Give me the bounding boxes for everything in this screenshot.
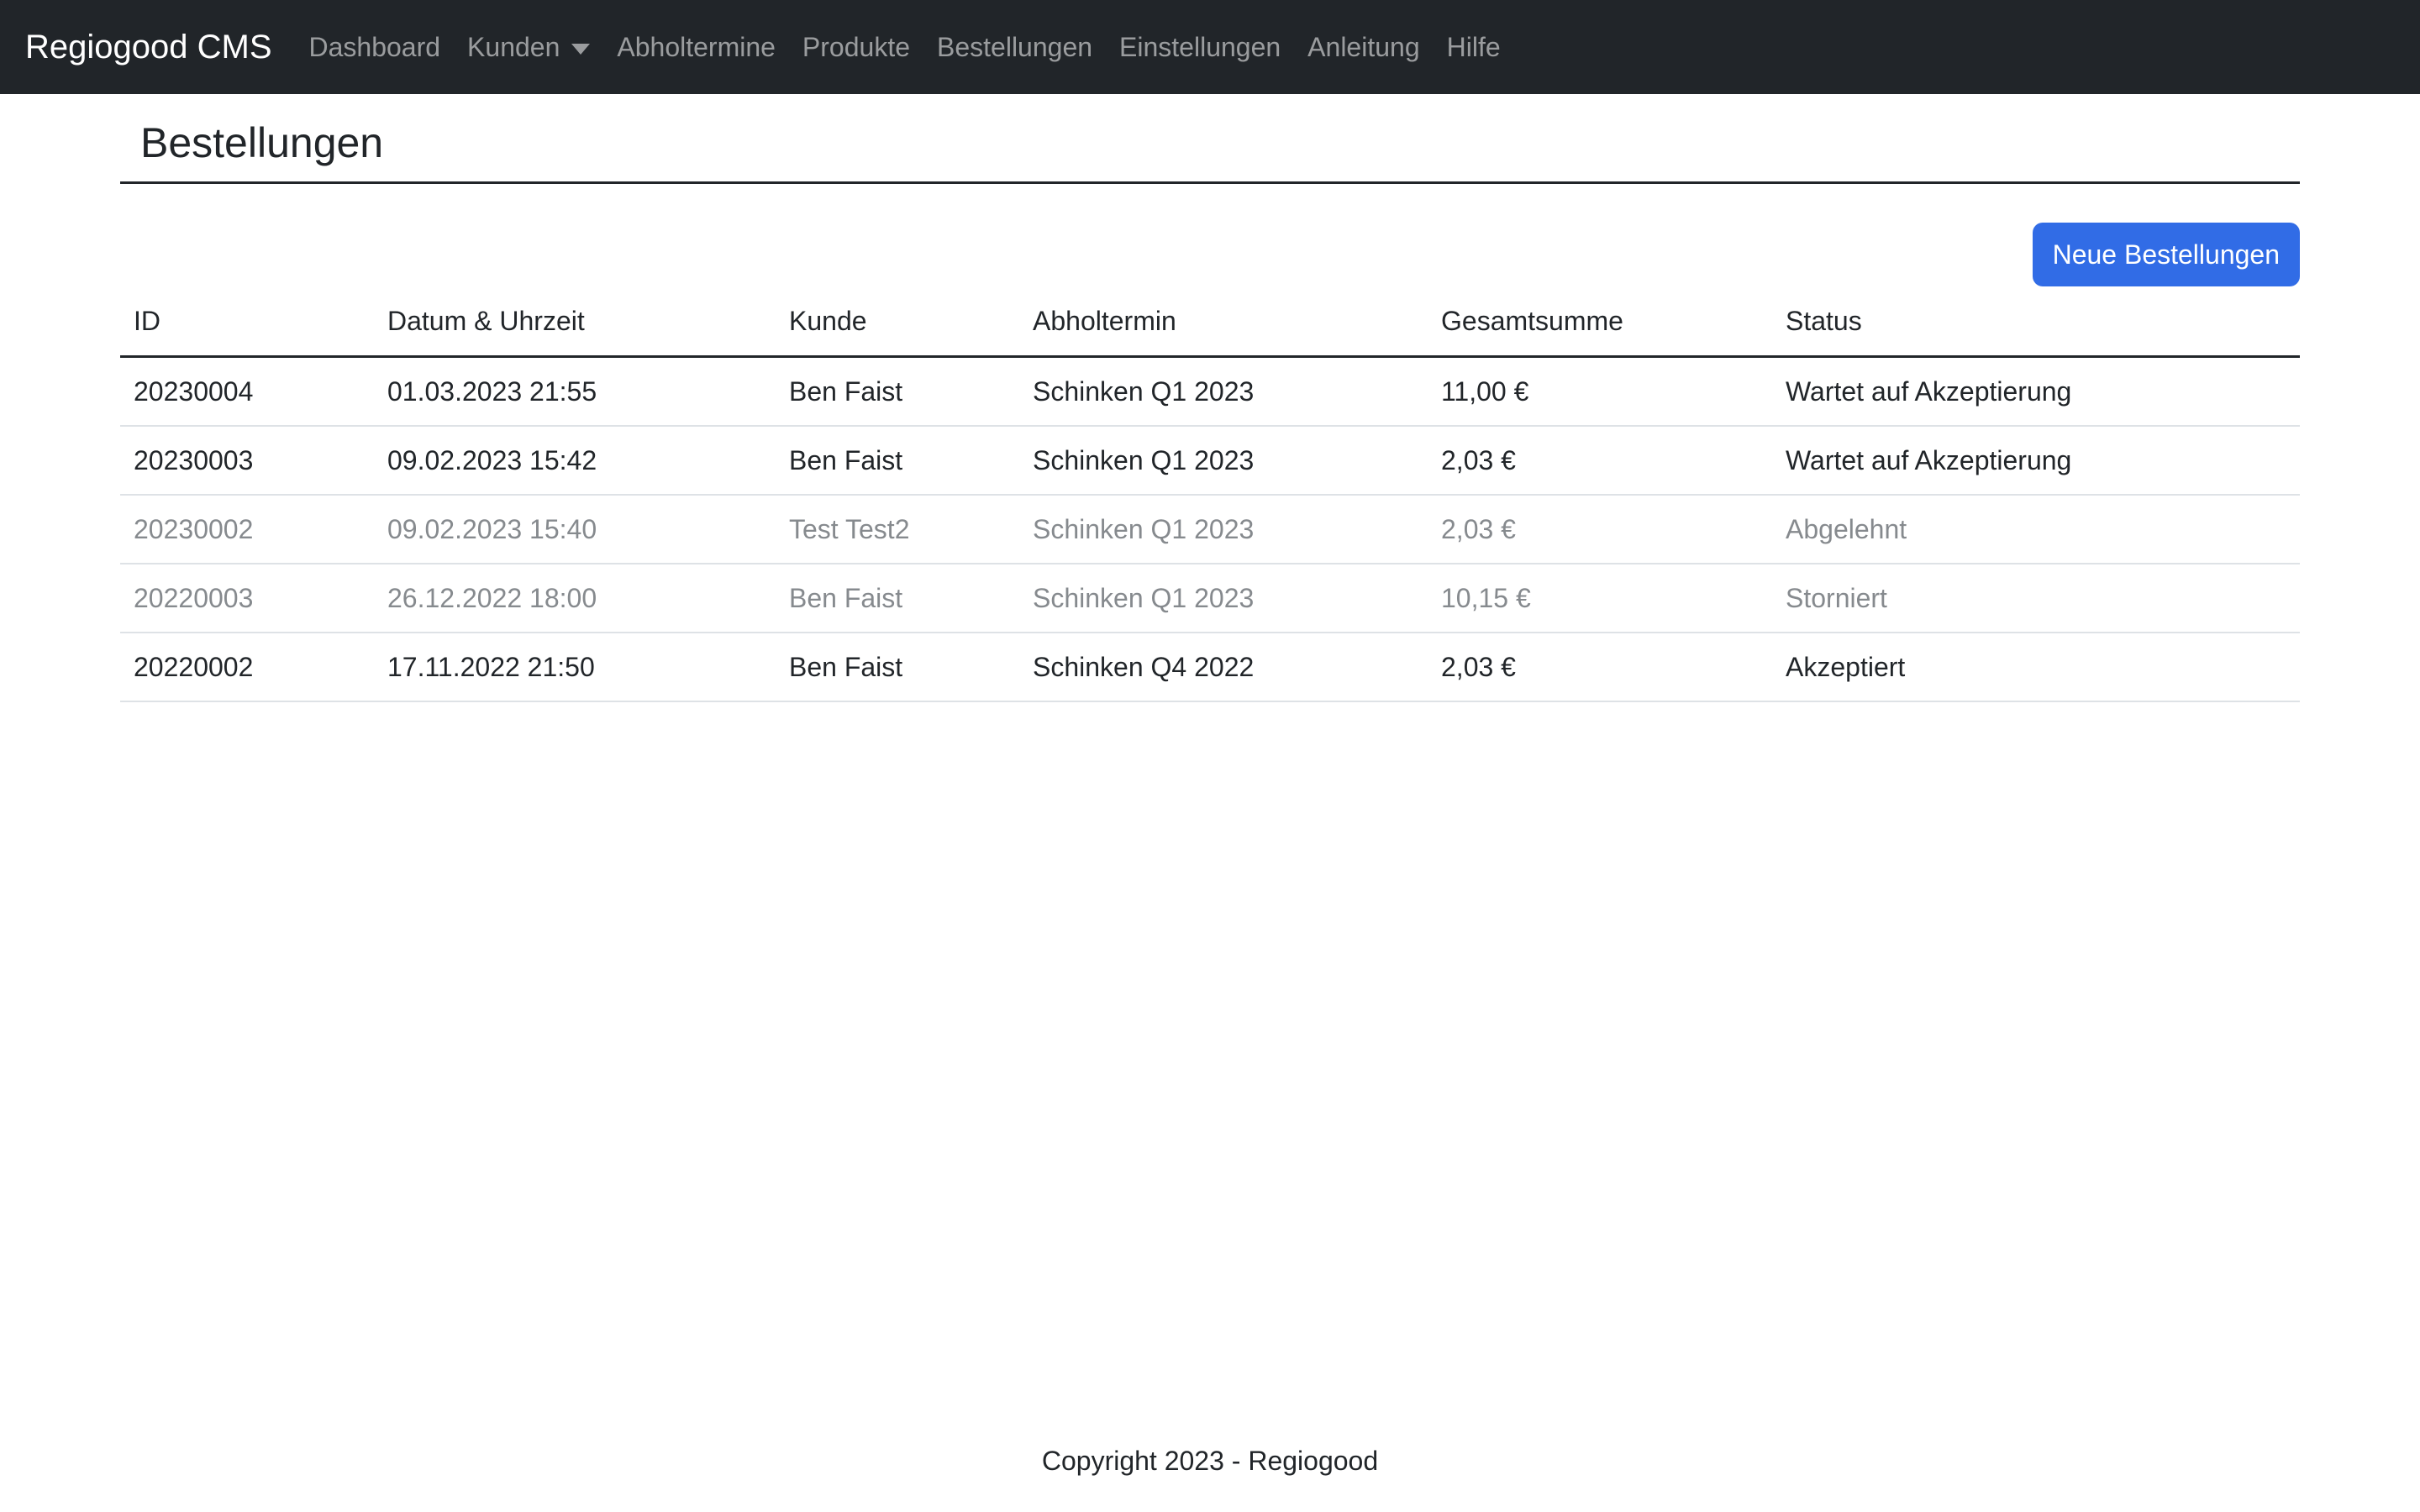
nav-item-hilfe[interactable]: Hilfe: [1434, 18, 1514, 76]
column-header-3: Abholtermin: [1019, 286, 1428, 357]
nav-list-item: Hilfe: [1434, 18, 1514, 76]
cell-id: 20220003: [120, 564, 374, 633]
cell-datetime: 26.12.2022 18:00: [374, 564, 776, 633]
cell-total: 10,15 €: [1428, 564, 1772, 633]
cell-status: Abgelehnt: [1772, 495, 2300, 564]
nav-list-item: Produkte: [789, 18, 923, 76]
nav-item-kunden[interactable]: Kunden: [454, 18, 603, 76]
cell-pickup: Schinken Q1 2023: [1019, 357, 1428, 427]
cell-total: 2,03 €: [1428, 426, 1772, 495]
nav-list-item: Einstellungen: [1106, 18, 1294, 76]
nav-item-label: Produkte: [802, 32, 910, 63]
nav-item-label: Dashboard: [309, 32, 441, 63]
cell-status: Wartet auf Akzeptierung: [1772, 426, 2300, 495]
cell-id: 20230002: [120, 495, 374, 564]
cell-customer: Ben Faist: [776, 357, 1019, 427]
cell-status: Storniert: [1772, 564, 2300, 633]
nav-list-item: Anleitung: [1294, 18, 1433, 76]
footer-copyright: Copyright 2023 - Regiogood: [0, 1446, 2420, 1477]
column-header-4: Gesamtsumme: [1428, 286, 1772, 357]
column-header-1: Datum & Uhrzeit: [374, 286, 776, 357]
caret-down-icon: [571, 44, 590, 55]
nav-item-abholtermine[interactable]: Abholtermine: [603, 18, 789, 76]
actions-bar: Neue Bestellungen: [120, 223, 2300, 286]
table-row[interactable]: 2023000309.02.2023 15:42Ben FaistSchinke…: [120, 426, 2300, 495]
table-row[interactable]: 2023000401.03.2023 21:55Ben FaistSchinke…: [120, 357, 2300, 427]
nav-item-produkte[interactable]: Produkte: [789, 18, 923, 76]
cell-pickup: Schinken Q1 2023: [1019, 426, 1428, 495]
nav-list-item: Abholtermine: [603, 18, 789, 76]
cell-total: 2,03 €: [1428, 495, 1772, 564]
table-row[interactable]: 2022000326.12.2022 18:00Ben FaistSchinke…: [120, 564, 2300, 633]
nav-list-item: Kunden: [454, 18, 603, 76]
main-content: Bestellungen Neue Bestellungen IDDatum &…: [120, 118, 2300, 702]
cell-total: 11,00 €: [1428, 357, 1772, 427]
nav-item-label: Abholtermine: [617, 32, 776, 63]
page-title: Bestellungen: [140, 118, 2300, 168]
brand-link[interactable]: Regiogood CMS: [25, 29, 272, 66]
cell-status: Wartet auf Akzeptierung: [1772, 357, 2300, 427]
cell-id: 20230004: [120, 357, 374, 427]
nav-item-bestellungen[interactable]: Bestellungen: [923, 18, 1106, 76]
nav-item-label: Hilfe: [1447, 32, 1501, 63]
cell-customer: Test Test2: [776, 495, 1019, 564]
column-header-2: Kunde: [776, 286, 1019, 357]
table-row[interactable]: 2022000217.11.2022 21:50Ben FaistSchinke…: [120, 633, 2300, 701]
nav-item-label: Anleitung: [1307, 32, 1419, 63]
cell-customer: Ben Faist: [776, 633, 1019, 701]
nav-item-einstellungen[interactable]: Einstellungen: [1106, 18, 1294, 76]
navbar: Regiogood CMS Dashboard Kunden Abholtermin…: [0, 0, 2420, 94]
title-divider: [120, 181, 2300, 184]
cell-pickup: Schinken Q1 2023: [1019, 495, 1428, 564]
nav-item-dashboard[interactable]: Dashboard: [296, 18, 455, 76]
cell-customer: Ben Faist: [776, 426, 1019, 495]
nav-list-item: Bestellungen: [923, 18, 1106, 76]
cell-pickup: Schinken Q1 2023: [1019, 564, 1428, 633]
nav-item-label: Einstellungen: [1119, 32, 1281, 63]
nav-item-anleitung[interactable]: Anleitung: [1294, 18, 1433, 76]
nav-item-label: Kunden: [467, 32, 560, 63]
cell-customer: Ben Faist: [776, 564, 1019, 633]
cell-pickup: Schinken Q4 2022: [1019, 633, 1428, 701]
table-row[interactable]: 2023000209.02.2023 15:40Test Test2Schink…: [120, 495, 2300, 564]
cell-id: 20230003: [120, 426, 374, 495]
cell-datetime: 01.03.2023 21:55: [374, 357, 776, 427]
cell-datetime: 09.02.2023 15:42: [374, 426, 776, 495]
nav-list-item: Dashboard: [296, 18, 455, 76]
table-header-row: IDDatum & UhrzeitKundeAbholterminGesamts…: [120, 286, 2300, 357]
column-header-0: ID: [120, 286, 374, 357]
cell-status: Akzeptiert: [1772, 633, 2300, 701]
nav-item-label: Bestellungen: [937, 32, 1092, 63]
cell-datetime: 17.11.2022 21:50: [374, 633, 776, 701]
new-orders-button[interactable]: Neue Bestellungen: [2033, 223, 2300, 286]
column-header-5: Status: [1772, 286, 2300, 357]
cell-id: 20220002: [120, 633, 374, 701]
nav-menu: Dashboard Kunden Abholtermine Produkte Beste…: [296, 18, 1514, 76]
cell-datetime: 09.02.2023 15:40: [374, 495, 776, 564]
cell-total: 2,03 €: [1428, 633, 1772, 701]
orders-table: IDDatum & UhrzeitKundeAbholterminGesamts…: [120, 286, 2300, 702]
